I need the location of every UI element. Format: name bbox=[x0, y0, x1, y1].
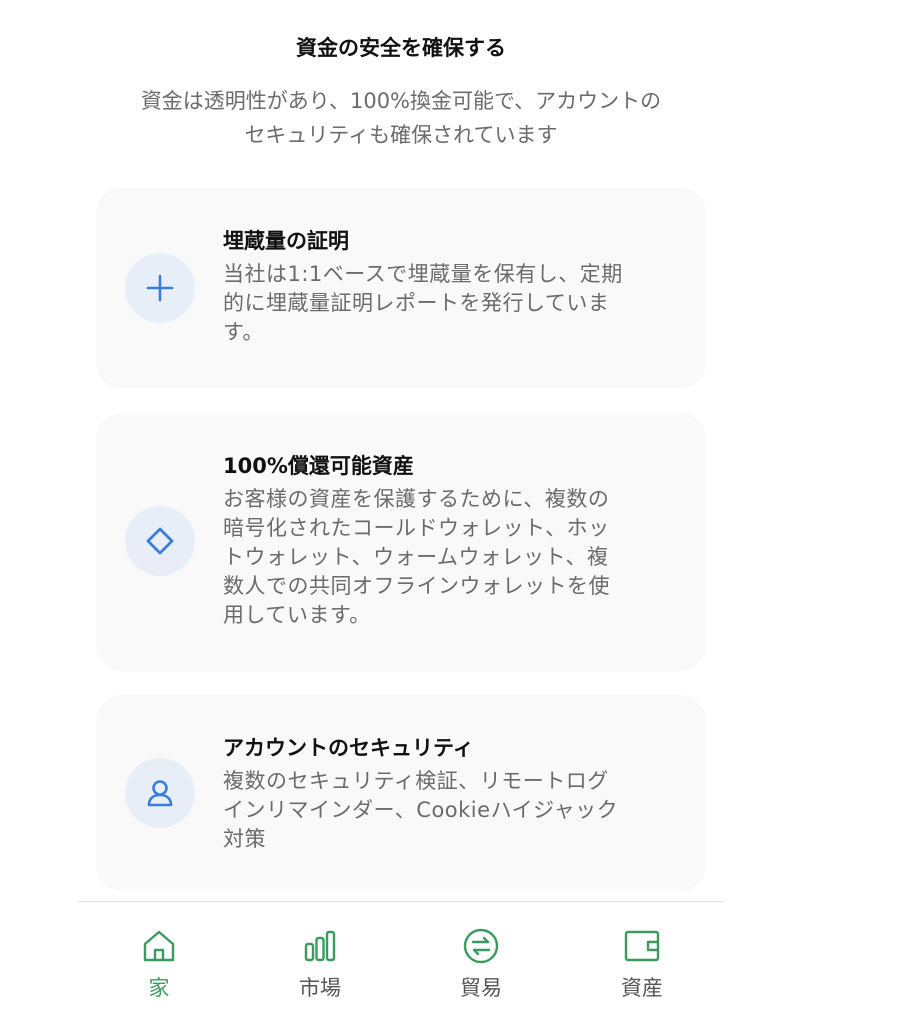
card-description-line: インリマインダー、Cookieハイジャック bbox=[223, 798, 619, 822]
card-title: 埋蔵量の証明 bbox=[223, 229, 349, 253]
proof-of-reserves-card: 埋蔵量の証明 当社は1:1ベースで埋蔵量を保有し、定期 的に埋蔵量証明レポートを… bbox=[96, 188, 706, 388]
account-security-card: アカウントのセキュリティ 複数のセキュリティ検証、リモートログ インリマインダー… bbox=[96, 695, 706, 891]
nav-label: 資産 bbox=[621, 976, 663, 1000]
card-description-line: 用しています。 bbox=[223, 603, 371, 627]
bottom-nav: 家 市場 貿易 資産 bbox=[78, 901, 725, 1025]
home-icon bbox=[99, 926, 219, 966]
card-description-line: 複数のセキュリティ検証、リモートログ bbox=[223, 769, 609, 793]
card-description-line: 対策 bbox=[223, 827, 266, 851]
user-icon bbox=[125, 758, 195, 828]
page-title: 資金の安全を確保する bbox=[296, 36, 506, 60]
card-description-line: 数人での共同オフラインウォレットを使 bbox=[223, 574, 610, 598]
card-description: 当社は1:1ベースで埋蔵量を保有し、定期 的に埋蔵量証明レポートを発行していま … bbox=[223, 260, 668, 347]
card-title: アカウントのセキュリティ bbox=[223, 736, 474, 760]
subtitle-line: セキュリティも確保されています bbox=[244, 123, 558, 147]
nav-item-market[interactable]: 市場 bbox=[260, 926, 380, 1002]
card-description-line: トウォレット、ウォームウォレット、複 bbox=[223, 545, 609, 569]
card-description: お客様の資産を保護するために、複数の 暗号化されたコールドウォレット、ホッ トウ… bbox=[223, 485, 668, 630]
plus-icon bbox=[125, 253, 195, 323]
nav-item-home[interactable]: 家 bbox=[99, 926, 219, 1002]
bar-chart-icon bbox=[260, 926, 380, 966]
nav-label: 市場 bbox=[299, 976, 341, 1000]
card-description-line: 暗号化されたコールドウォレット、ホッ bbox=[223, 516, 610, 540]
diamond-icon bbox=[125, 506, 195, 576]
card-description-line: 的に埋蔵量証明レポートを発行していま bbox=[223, 291, 610, 315]
card-title: 100%償還可能資産 bbox=[223, 454, 414, 478]
nav-item-trade[interactable]: 貿易 bbox=[421, 926, 541, 1002]
page-subtitle: 資金は透明性があり、100%換金可能で、アカウントの セキュリティも確保されてい… bbox=[96, 84, 706, 152]
card-description-line: 当社は1:1ベースで埋蔵量を保有し、定期 bbox=[223, 262, 623, 286]
exchange-icon bbox=[421, 926, 541, 966]
redeemable-assets-card: 100%償還可能資産 お客様の資産を保護するために、複数の 暗号化されたコールド… bbox=[96, 413, 706, 671]
nav-label: 家 bbox=[148, 976, 170, 1000]
card-description-line: お客様の資産を保護するために、複数の bbox=[223, 487, 610, 511]
card-description: 複数のセキュリティ検証、リモートログ インリマインダー、Cookieハイジャック… bbox=[223, 767, 668, 854]
nav-item-assets[interactable]: 資産 bbox=[582, 926, 702, 1002]
subtitle-line: 資金は透明性があり、100%換金可能で、アカウントの bbox=[140, 89, 662, 113]
nav-label: 貿易 bbox=[460, 976, 502, 1000]
card-description-line: す。 bbox=[223, 320, 264, 344]
wallet-icon bbox=[582, 926, 702, 966]
